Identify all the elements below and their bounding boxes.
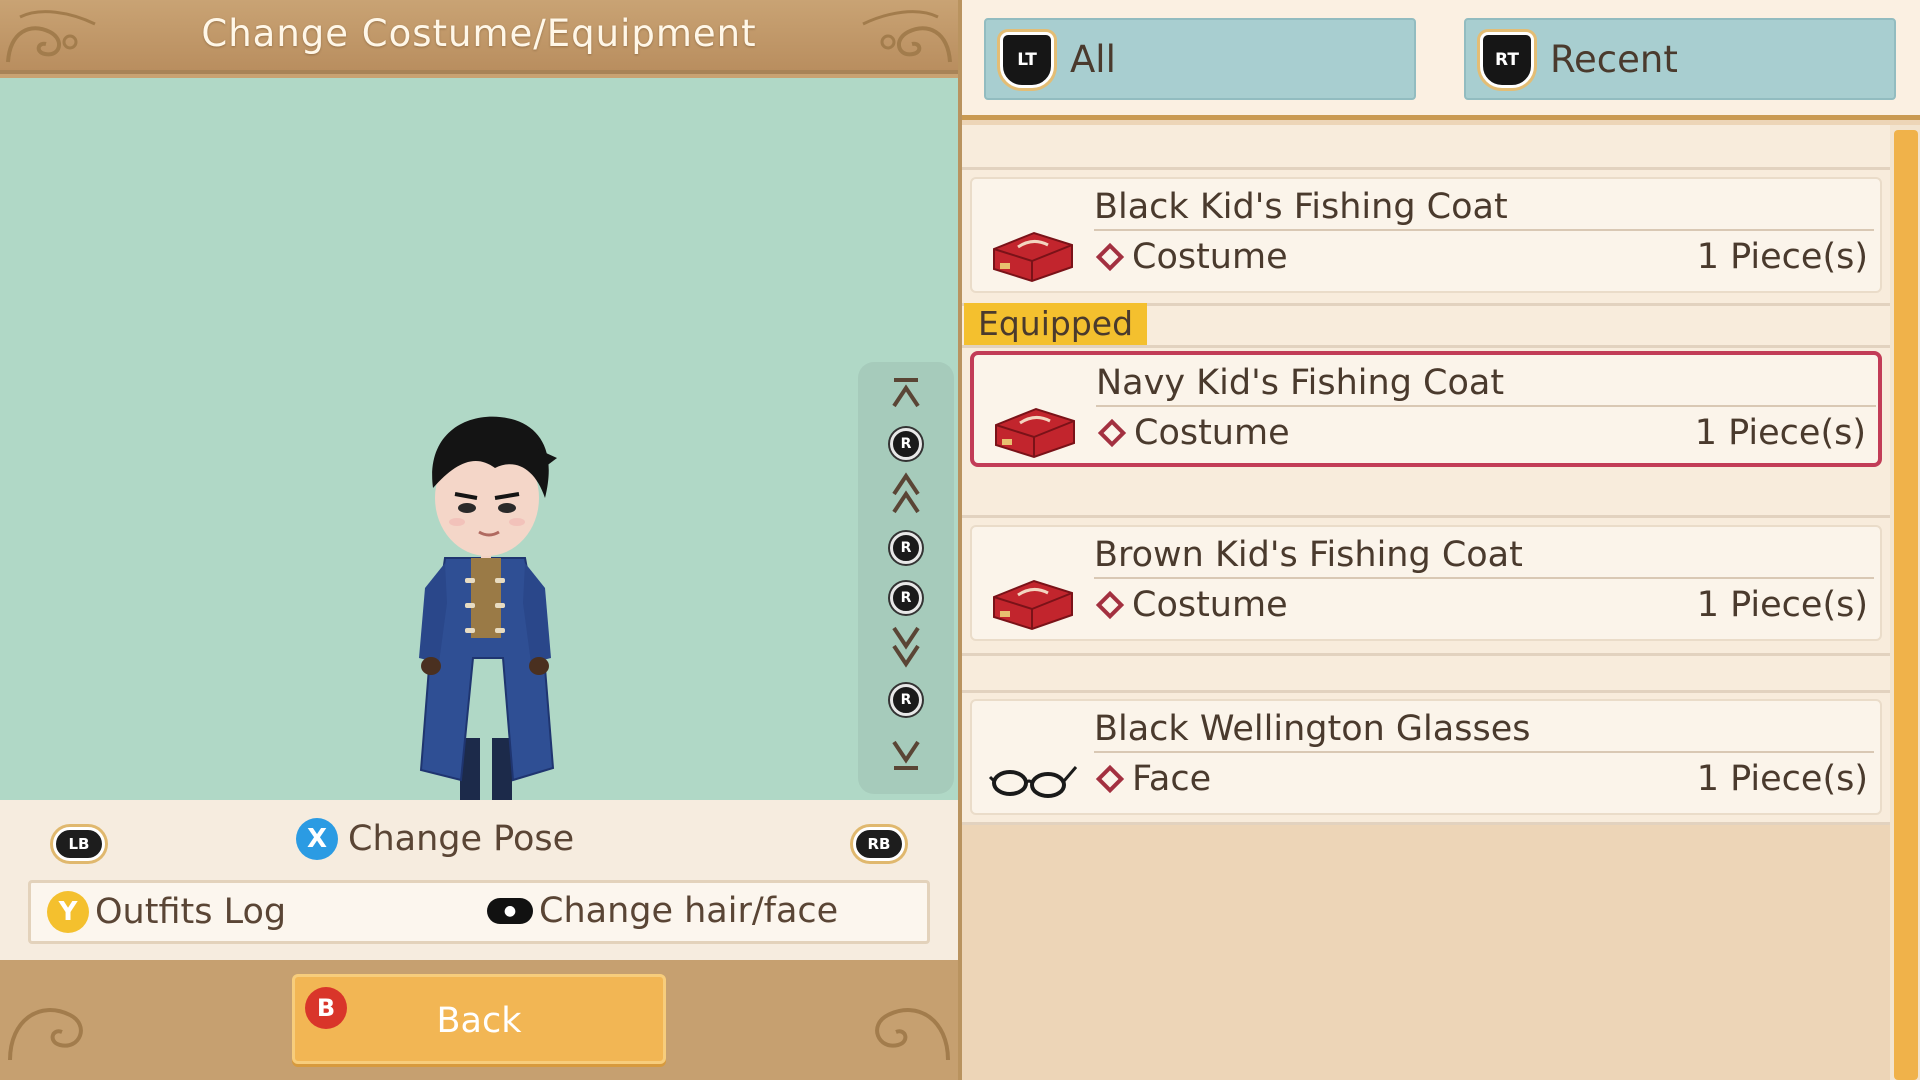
divider [962, 345, 1890, 348]
bottom-bar: B Back [0, 960, 958, 1080]
right-stick-press-icon: ● [487, 898, 533, 924]
r-stick-right-icon: R [858, 576, 954, 620]
page-title: Change Costume/Equipment [201, 12, 757, 55]
filter-tabs: LT All RT Recent [962, 0, 1920, 120]
rotate-up-icon[interactable] [858, 472, 954, 516]
outfits-log-label: Outfits Log [95, 892, 287, 932]
character-preview[interactable]: R R R R [0, 78, 958, 838]
tab-recent[interactable]: RT Recent [1464, 18, 1896, 100]
item-type: Costume [1096, 413, 1290, 453]
category-diamond-icon [1095, 242, 1125, 272]
divider [962, 515, 1890, 518]
preview-pane: Change Costume/Equipment R R R R LB RB X… [0, 0, 958, 1080]
rotate-down-icon[interactable] [858, 624, 954, 668]
item-quantity: 1 Piece(s) [1696, 759, 1868, 799]
list-item[interactable]: Brown Kid's Fishing Coat Costume 1 Piece… [970, 525, 1882, 641]
change-pose-button[interactable]: X Change Pose [296, 818, 574, 860]
list-item[interactable]: Black Wellington Glasses Face 1 Piece(s) [970, 699, 1882, 815]
lb-button[interactable]: LB [42, 814, 116, 874]
item-rule [1094, 577, 1874, 579]
category-diamond-icon [1095, 590, 1125, 620]
item-rule [1096, 405, 1876, 407]
item-type: Costume [1094, 585, 1288, 625]
scroll-ornament-right [862, 10, 952, 63]
equipped-badge: Equipped [964, 303, 1148, 345]
item-type: Costume [1094, 237, 1288, 277]
list-item-equipped[interactable]: Navy Kid's Fishing Coat Costume 1 Piece(… [970, 351, 1882, 467]
change-hair-face-button[interactable]: ● Change hair/face [487, 891, 838, 931]
item-name: Brown Kid's Fishing Coat [1094, 535, 1523, 575]
divider [962, 167, 1890, 170]
y-button-icon: Y [47, 891, 89, 933]
rotate-bottom-icon[interactable] [858, 732, 954, 776]
back-label: Back [436, 1001, 522, 1041]
item-rule [1094, 229, 1874, 231]
glasses-icon [988, 766, 1078, 798]
character-model [419, 416, 557, 838]
list-item[interactable]: Black Kid's Fishing Coat Costume 1 Piece… [970, 177, 1882, 293]
divider [962, 653, 1890, 656]
r-stick-left-icon: R [858, 526, 954, 570]
item-quantity: 1 Piece(s) [1696, 585, 1868, 625]
costume-box-icon [995, 407, 1075, 459]
divider [962, 822, 1890, 825]
title-bar: Change Costume/Equipment [0, 0, 958, 74]
item-quantity: 1 Piece(s) [1694, 413, 1866, 453]
scrollbar-thumb[interactable] [1894, 130, 1918, 1080]
rotate-top-icon[interactable] [858, 372, 954, 416]
item-type: Face [1094, 759, 1211, 799]
r-stick-down-icon: R [858, 678, 954, 722]
rt-button-icon: RT [1480, 32, 1534, 88]
x-button-icon: X [296, 818, 338, 860]
item-name: Black Kid's Fishing Coat [1094, 187, 1508, 227]
scroll-ornament-bottom-right [875, 1008, 950, 1061]
item-rule [1094, 751, 1874, 753]
tab-all[interactable]: LT All [984, 18, 1416, 100]
change-pose-label: Change Pose [348, 819, 575, 859]
back-button[interactable]: B Back [292, 974, 666, 1064]
item-name: Black Wellington Glasses [1094, 709, 1531, 749]
outfits-log-button[interactable]: Y Outfits Log [47, 891, 286, 933]
rb-button[interactable]: RB [842, 814, 916, 874]
category-diamond-icon [1097, 418, 1127, 448]
secondary-actions: Y Outfits Log ● Change hair/face [28, 880, 930, 944]
item-list: Black Kid's Fishing Coat Costume 1 Piece… [962, 125, 1890, 825]
tab-recent-label: Recent [1550, 38, 1678, 81]
camera-rotation-panel: R R R R [858, 362, 954, 794]
item-name: Navy Kid's Fishing Coat [1096, 363, 1505, 403]
scroll-ornament-bottom-left [8, 1008, 83, 1061]
category-diamond-icon [1095, 764, 1125, 794]
lt-button-icon: LT [1000, 32, 1054, 88]
divider [962, 690, 1890, 693]
tab-all-label: All [1070, 38, 1116, 81]
costume-box-icon [993, 579, 1073, 631]
inventory-pane: LT All RT Recent Black Kid's Fishing Coa… [962, 0, 1920, 1080]
costume-box-icon [993, 231, 1073, 283]
item-quantity: 1 Piece(s) [1696, 237, 1868, 277]
r-stick-up-icon: R [858, 422, 954, 466]
change-hair-face-label: Change hair/face [539, 891, 839, 931]
